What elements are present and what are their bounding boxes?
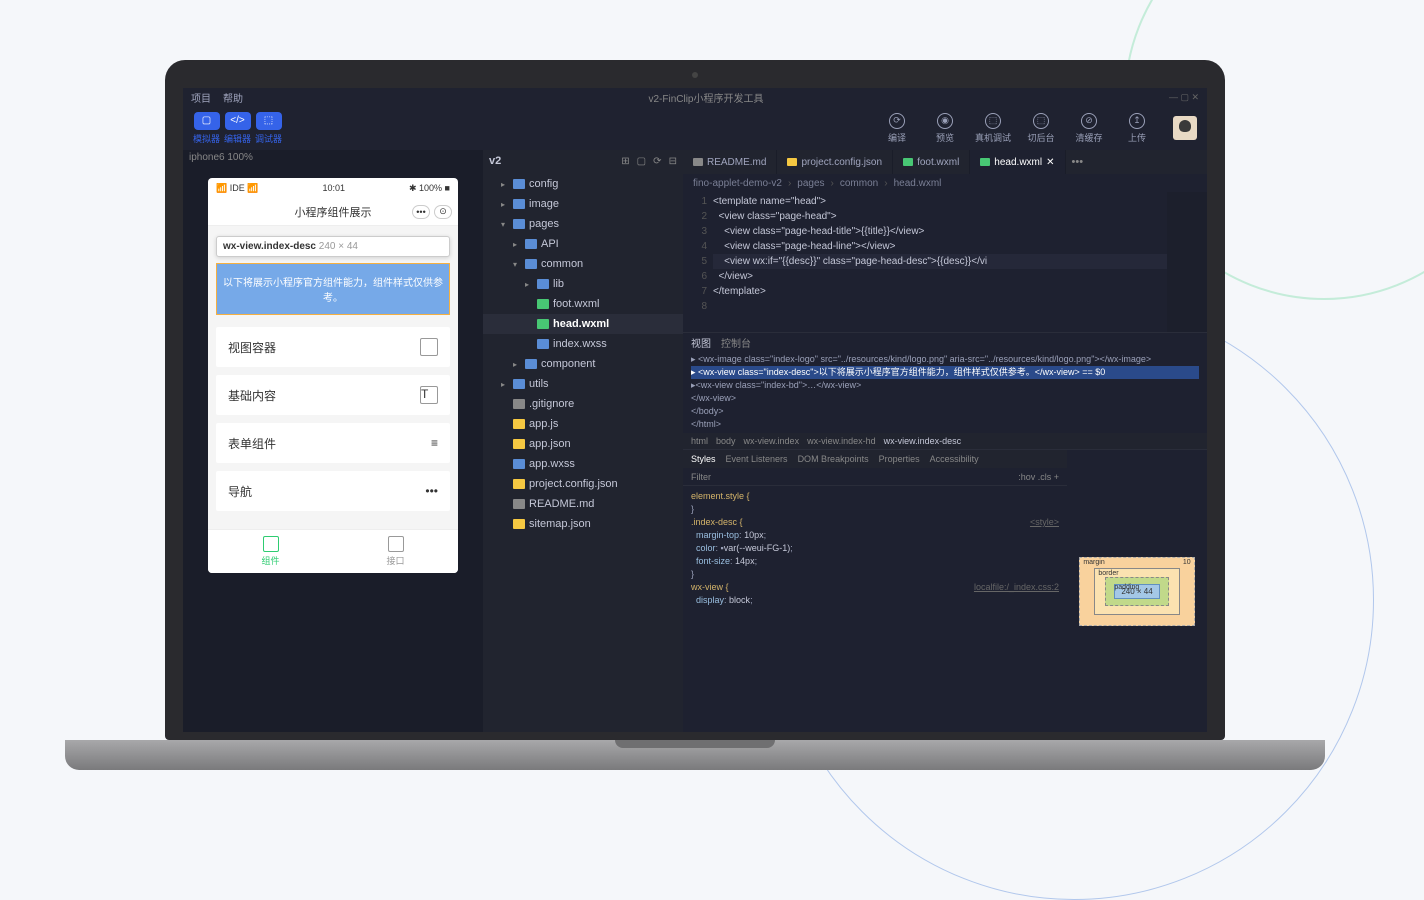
laptop-base xyxy=(65,740,1325,770)
sp-tab-a11y[interactable]: Accessibility xyxy=(930,454,979,464)
tree-node[interactable]: head.wxml xyxy=(483,314,683,334)
window-controls[interactable]: — ▢ ✕ xyxy=(1169,92,1199,103)
list-item[interactable]: 表单组件≡ xyxy=(216,423,450,463)
laptop-frame: 项目 帮助 v2-FinClip小程序开发工具 — ▢ ✕ ▢模拟器 </>编辑… xyxy=(165,60,1225,780)
tab-foot[interactable]: foot.wxml xyxy=(893,150,970,174)
tree-node[interactable]: ▸lib xyxy=(483,274,683,294)
simulator-panel: iphone6 100% 📶 IDE 📶 10:01 ✱ 100% ■ 小程序组… xyxy=(183,150,483,732)
tree-node[interactable]: index.wxss xyxy=(483,334,683,354)
new-folder-icon[interactable]: ▢ xyxy=(637,156,646,167)
card-icon xyxy=(420,338,438,356)
filter-input[interactable]: Filter xyxy=(691,472,711,482)
dt-tab-console[interactable]: 控制台 xyxy=(721,335,751,350)
menubar: 项目 帮助 v2-FinClip小程序开发工具 — ▢ ✕ xyxy=(183,88,1207,106)
tree-node[interactable]: foot.wxml xyxy=(483,294,683,314)
cls-toggle[interactable]: .cls xyxy=(1038,472,1052,482)
code-editor[interactable]: 12345678 <template name="head"> <view cl… xyxy=(683,192,1207,332)
sp-tab-styles[interactable]: Styles xyxy=(691,454,716,464)
tree-node[interactable]: ▸API xyxy=(483,234,683,254)
action-preview[interactable]: ◉预览 xyxy=(925,113,965,144)
phone-statusbar: 📶 IDE 📶 10:01 ✱ 100% ■ xyxy=(208,178,458,198)
camera-dot xyxy=(692,72,698,78)
css-rules[interactable]: element.style { } .index-desc {<style> m… xyxy=(683,486,1067,732)
new-file-icon[interactable]: ⊞ xyxy=(621,156,629,167)
phone-nav-title: 小程序组件展示 xyxy=(295,204,372,220)
action-cache[interactable]: ⊘清缓存 xyxy=(1069,113,1109,144)
highlighted-view[interactable]: 以下将展示小程序官方组件能力，组件样式仅供参考。 xyxy=(216,263,450,315)
mode-debugger[interactable]: ⬚调试器 xyxy=(255,112,282,145)
sp-tab-props[interactable]: Properties xyxy=(879,454,920,464)
phone-nav: 小程序组件展示 ••• ⊙ xyxy=(208,198,458,226)
capsule-close-icon[interactable]: ⊙ xyxy=(434,205,452,219)
sp-tab-dom[interactable]: DOM Breakpoints xyxy=(798,454,869,464)
list-item[interactable]: 基础内容T xyxy=(216,375,450,415)
tabbar-api[interactable]: 接口 xyxy=(333,530,458,573)
hov-toggle[interactable]: :hov xyxy=(1018,472,1035,482)
list-item[interactable]: 导航••• xyxy=(216,471,450,511)
tabbar-component[interactable]: 组件 xyxy=(208,530,333,573)
tree-node[interactable]: ▸image xyxy=(483,194,683,214)
add-rule-icon[interactable]: + xyxy=(1054,472,1059,482)
dt-tab-wxml[interactable]: 视图 xyxy=(691,335,711,350)
tree-node[interactable]: project.config.json xyxy=(483,474,683,494)
tab-projcfg[interactable]: project.config.json xyxy=(777,150,893,174)
tree-node[interactable]: ▸utils xyxy=(483,374,683,394)
phone-frame: 📶 IDE 📶 10:01 ✱ 100% ■ 小程序组件展示 •••⊙ wx- xyxy=(208,178,458,573)
menu-project[interactable]: 项目 xyxy=(191,90,211,105)
mode-simulator[interactable]: ▢模拟器 xyxy=(193,112,220,145)
explorer-root: v2 xyxy=(489,155,501,167)
collapse-icon[interactable]: ⊟ xyxy=(669,156,677,167)
tree-node[interactable]: ▸component xyxy=(483,354,683,374)
more-icon: ••• xyxy=(425,484,438,498)
list-item[interactable]: 视图容器 xyxy=(216,327,450,367)
action-upload[interactable]: ↥上传 xyxy=(1117,113,1157,144)
devtools: 视图 控制台 ▸ <wx-image class="index-logo" sr… xyxy=(683,332,1207,732)
action-background[interactable]: ⬚切后台 xyxy=(1021,113,1061,144)
tree-node[interactable]: app.wxss xyxy=(483,454,683,474)
action-compile[interactable]: ⟳编译 xyxy=(877,113,917,144)
tab-overflow[interactable]: ••• xyxy=(1066,150,1090,174)
menu-help[interactable]: 帮助 xyxy=(223,90,243,105)
dom-breadcrumb: html body wx-view.index wx-view.index-hd… xyxy=(683,433,1207,449)
styles-panel: Styles Event Listeners DOM Breakpoints P… xyxy=(683,450,1067,732)
close-icon[interactable]: ✕ xyxy=(1046,157,1054,168)
gutter: 12345678 xyxy=(683,192,713,332)
avatar[interactable] xyxy=(1173,116,1197,140)
tree-node[interactable]: app.js xyxy=(483,414,683,434)
tree-node[interactable]: ▸config xyxy=(483,174,683,194)
box-model: margin 10 border padding 240 × 44 xyxy=(1067,450,1207,732)
file-explorer: v2 ⊞ ▢ ⟳ ⊟ ▸config ▸image ▾pages ▸API xyxy=(483,150,683,732)
inspect-tooltip: wx-view.index-desc 240 × 44 xyxy=(216,236,450,257)
dom-tree[interactable]: ▸ <wx-image class="index-logo" src="../r… xyxy=(683,351,1207,433)
action-remote[interactable]: ⬚真机调试 xyxy=(973,113,1013,144)
capsule-menu-icon[interactable]: ••• xyxy=(412,205,430,219)
mode-editor[interactable]: </>编辑器 xyxy=(224,112,251,145)
editor-tabs: README.md project.config.json foot.wxml … xyxy=(683,150,1207,174)
menu-icon: ≡ xyxy=(431,436,438,450)
tree-node[interactable]: ▾common xyxy=(483,254,683,274)
tree-node[interactable]: sitemap.json xyxy=(483,514,683,534)
tree-node[interactable]: app.json xyxy=(483,434,683,454)
toolbar: ▢模拟器 </>编辑器 ⬚调试器 ⟳编译 ◉预览 ⬚真机调试 ⬚切后台 ⊘清缓存… xyxy=(183,106,1207,150)
text-icon: T xyxy=(420,386,438,404)
tree-node[interactable]: README.md xyxy=(483,494,683,514)
tab-readme[interactable]: README.md xyxy=(683,150,777,174)
refresh-icon[interactable]: ⟳ xyxy=(653,156,661,167)
tree-node[interactable]: ▾pages xyxy=(483,214,683,234)
breadcrumb: fino-applet-demo-v2› pages› common› head… xyxy=(683,174,1207,192)
tree-node[interactable]: .gitignore xyxy=(483,394,683,414)
window-title: v2-FinClip小程序开发工具 xyxy=(255,90,1157,105)
sp-tab-events[interactable]: Event Listeners xyxy=(726,454,788,464)
sim-device-label[interactable]: iphone6 100% xyxy=(183,150,483,168)
tab-head[interactable]: head.wxml✕ xyxy=(970,150,1065,174)
minimap[interactable] xyxy=(1167,192,1207,332)
